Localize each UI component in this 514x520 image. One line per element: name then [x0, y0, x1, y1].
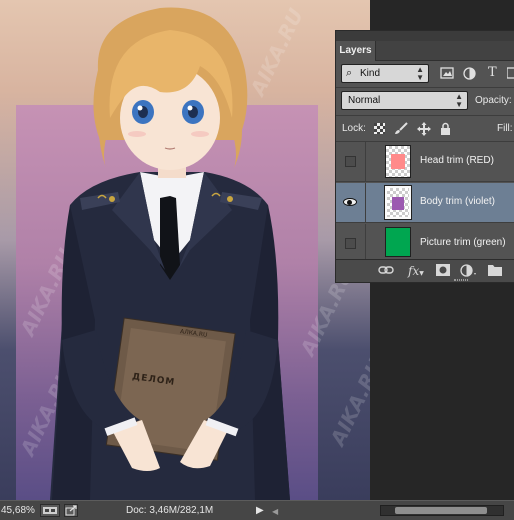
mask-icon[interactable]	[436, 264, 450, 280]
tab-layers[interactable]: Layers	[336, 41, 376, 61]
layer-thumbnail	[384, 185, 412, 220]
filter-kind-label: Kind	[360, 68, 381, 79]
blend-mode-select[interactable]: Normal ▲ ▼	[341, 91, 468, 110]
lock-label: Lock:	[342, 123, 366, 134]
lock-transparency-icon[interactable]	[374, 123, 388, 137]
blend-row: Normal ▲ ▼ Opacity:	[336, 89, 514, 113]
layer-name[interactable]: Head trim (RED)	[420, 155, 494, 166]
folder-icon[interactable]	[488, 264, 502, 280]
updown-arrows-icon: ▲ ▼	[455, 92, 463, 109]
scrollbar-thumb[interactable]	[395, 507, 487, 514]
divider	[336, 87, 514, 88]
panel-drag-bar[interactable]	[336, 31, 514, 41]
link-icon[interactable]	[378, 264, 394, 280]
layers-panel-footer: fx▼	[336, 259, 514, 282]
layer-color-swatch	[386, 228, 410, 256]
scroll-left-arrow-icon[interactable]: ◀	[272, 506, 278, 518]
filter-shape-icon[interactable]	[506, 67, 514, 81]
export-icon[interactable]	[64, 504, 78, 517]
visibility-toggle[interactable]	[336, 142, 366, 182]
horizontal-scrollbar[interactable]	[380, 505, 504, 516]
layer-row-head-trim[interactable]: Head trim (RED)	[336, 142, 514, 182]
filter-type-icon[interactable]: T	[488, 65, 502, 80]
filter-row: ⌕ Kind ▲ ▼ T	[336, 62, 514, 86]
hidden-eye-icon	[345, 156, 356, 167]
status-menu-arrow-icon[interactable]: ▶	[256, 505, 264, 517]
hidden-eye-icon	[345, 238, 356, 249]
lock-paint-brush-icon[interactable]	[394, 122, 408, 136]
opacity-label: Opacity:	[475, 95, 512, 106]
zoom-level[interactable]: 45,68%	[1, 505, 35, 517]
lock-move-icon[interactable]	[417, 122, 431, 136]
fx-icon[interactable]: fx▼	[408, 264, 424, 281]
gpu-icon[interactable]	[40, 504, 60, 517]
layer-color-swatch	[391, 154, 405, 169]
lock-row: Lock: Fill:	[336, 117, 514, 141]
layer-thumbnail	[385, 227, 411, 257]
status-bar: 45,68% Doc: 3,46M/282,1M ▶ ◀	[0, 500, 514, 520]
fx-label: fx	[408, 264, 420, 278]
character-illustration	[50, 7, 290, 500]
lock-all-icon[interactable]	[440, 122, 454, 136]
visibility-toggle[interactable]	[336, 224, 366, 259]
updown-arrows-icon: ▲ ▼	[416, 65, 424, 82]
panel-tab-bar: Layers	[336, 41, 514, 61]
fill-label: Fill:	[497, 123, 513, 134]
resize-grip[interactable]	[454, 279, 468, 281]
layer-row-picture-trim[interactable]: Picture trim (green)	[336, 224, 514, 259]
blend-mode-label: Normal	[348, 95, 381, 106]
eye-icon	[343, 198, 357, 206]
document-size: Doc: 3,46M/282,1M	[126, 505, 214, 516]
filter-kind-select[interactable]: ⌕ Kind ▲ ▼	[341, 64, 429, 83]
layer-color-swatch	[392, 197, 404, 210]
layers-panel: Layers ⌕ Kind ▲ ▼ T Normal ▲ ▼ Opacity: Lo…	[335, 30, 514, 283]
filter-adjustment-icon[interactable]	[463, 67, 477, 81]
layer-row-body-trim[interactable]: Body trim (violet)	[336, 183, 514, 223]
divider	[336, 115, 514, 116]
filter-pixel-icon[interactable]	[440, 67, 454, 81]
layer-thumbnail	[385, 145, 411, 178]
visibility-toggle[interactable]	[336, 183, 366, 223]
layer-name[interactable]: Body trim (violet)	[420, 196, 495, 207]
search-icon: ⌕	[346, 67, 353, 79]
layer-name[interactable]: Picture trim (green)	[420, 237, 506, 248]
document-canvas[interactable]: AIKA.RU AIKA.RU AIKA.RU AIKA.RU AIKA.RU …	[0, 0, 370, 500]
